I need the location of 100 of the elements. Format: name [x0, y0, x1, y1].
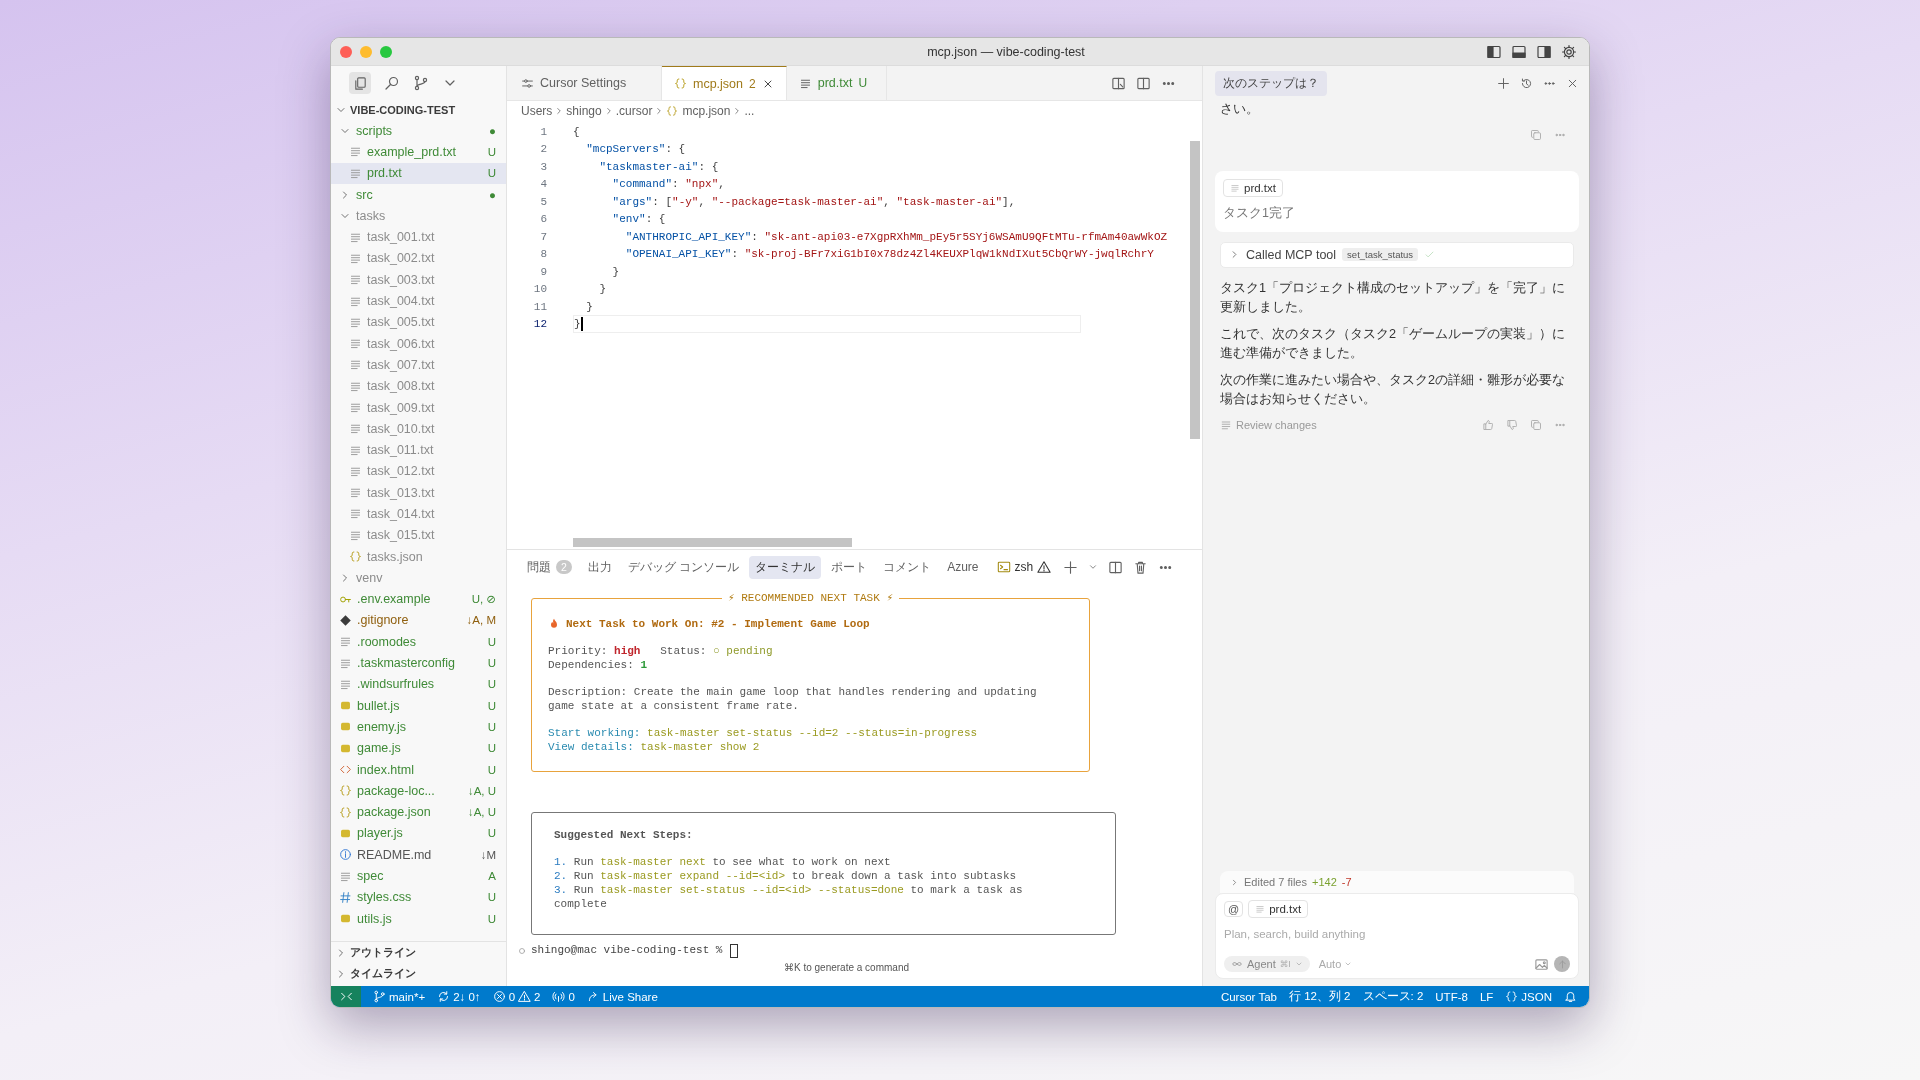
- send-button[interactable]: [1554, 956, 1570, 972]
- chat-tab[interactable]: 次のステップは？: [1215, 70, 1327, 96]
- file-item[interactable]: utils.js U: [331, 908, 506, 930]
- panel-tab[interactable]: デバッグ コンソール: [621, 555, 746, 579]
- panel-tab[interactable]: ポート: [825, 555, 874, 579]
- source-control-icon[interactable]: [413, 75, 429, 91]
- file-item[interactable]: task_003.txt: [331, 269, 506, 291]
- file-item[interactable]: task_010.txt: [331, 418, 506, 440]
- breadcrumb[interactable]: .cursor: [615, 104, 653, 118]
- status-item[interactable]: UTF-8: [1435, 990, 1468, 1003]
- file-item[interactable]: .taskmasterconfig U: [331, 652, 506, 674]
- panel-tab[interactable]: Azure: [941, 557, 985, 577]
- braces-icon: [339, 805, 352, 819]
- panel-tab[interactable]: ターミナル: [749, 555, 822, 579]
- thumbs-up-icon[interactable]: [1482, 418, 1494, 431]
- open-changes-icon[interactable]: [1111, 75, 1126, 91]
- file-item[interactable]: task_007.txt: [331, 354, 506, 376]
- terminal-selector[interactable]: zsh: [996, 560, 1052, 574]
- explorer-header[interactable]: VIBE-CODING-TEST: [331, 100, 506, 120]
- remote-button[interactable]: [331, 986, 361, 1007]
- panel-toggle-icon[interactable]: [1511, 43, 1527, 60]
- tool-call-row[interactable]: Called MCP tool set_task_status: [1220, 241, 1574, 268]
- breadcrumb[interactable]: Users: [521, 104, 553, 118]
- status-item[interactable]: Cursor Tab: [1220, 990, 1277, 1003]
- edited-files-row[interactable]: Edited 7 files +142 -7: [1220, 871, 1574, 893]
- file-item[interactable]: index.html U: [331, 758, 506, 781]
- split-terminal-icon[interactable]: [1108, 559, 1124, 575]
- history-icon[interactable]: [1520, 76, 1533, 90]
- panel-tab[interactable]: コメント: [877, 555, 938, 579]
- mention-button[interactable]: @: [1224, 901, 1244, 917]
- file-item[interactable]: task_015.txt: [331, 524, 506, 546]
- mode-selector[interactable]: Agent ⌘I: [1224, 956, 1310, 972]
- split-editor-icon[interactable]: [1136, 75, 1151, 91]
- context-chip[interactable]: prd.txt: [1248, 900, 1309, 918]
- file-item[interactable]: package-loc... ↓A, U: [331, 780, 506, 802]
- language-item[interactable]: JSON: [1505, 990, 1552, 1003]
- folder-item[interactable]: scripts ●: [331, 120, 506, 142]
- ports-item[interactable]: 0: [552, 990, 575, 1003]
- explorer-tab[interactable]: [349, 72, 371, 94]
- status-item[interactable]: LF: [1479, 990, 1494, 1003]
- file-item[interactable]: example_prd.txt U: [331, 141, 506, 163]
- file-item[interactable]: .roomodes U: [331, 631, 506, 653]
- breadcrumb[interactable]: ...: [744, 104, 755, 118]
- file-item[interactable]: player.js U: [331, 822, 506, 845]
- file-item[interactable]: task_002.txt: [331, 247, 506, 270]
- file-item[interactable]: task_004.txt: [331, 290, 506, 312]
- image-icon[interactable]: [1534, 956, 1549, 972]
- file-item[interactable]: task_012.txt: [331, 460, 506, 483]
- file-item[interactable]: tasks.json: [331, 545, 506, 568]
- problems-item[interactable]: 0 2: [492, 990, 541, 1003]
- file-item[interactable]: .windsurfrules U: [331, 673, 506, 695]
- section-header[interactable]: タイムライン: [331, 963, 506, 984]
- thumbs-down-icon[interactable]: [1506, 418, 1518, 431]
- file-item[interactable]: task_009.txt: [331, 396, 506, 419]
- folder-item[interactable]: tasks: [331, 205, 506, 227]
- review-changes-link[interactable]: Review changes: [1220, 418, 1317, 431]
- message-input[interactable]: @ prd.txt Plan, search, build anything Agent ⌘I Auto: [1215, 893, 1579, 979]
- file-chip[interactable]: prd.txt: [1223, 178, 1283, 197]
- side-panel-toggle-icon[interactable]: [1536, 43, 1552, 60]
- scrollbar[interactable]: [1190, 141, 1200, 439]
- file-item[interactable]: task_005.txt: [331, 311, 506, 333]
- folder-item[interactable]: src ●: [331, 183, 506, 206]
- file-item[interactable]: package.json ↓A, U: [331, 801, 506, 823]
- file-item[interactable]: prd.txt U: [331, 162, 506, 184]
- file-item[interactable]: task_006.txt: [331, 332, 506, 355]
- status-item[interactable]: スペース: 2: [1362, 989, 1424, 1004]
- notifications-button[interactable]: [1564, 990, 1577, 1003]
- file-item[interactable]: .gitignore ↓A, M: [331, 609, 506, 632]
- file-item[interactable]: spec A: [331, 865, 506, 887]
- file-item[interactable]: styles.css U: [331, 886, 506, 908]
- settings-icon[interactable]: [1561, 43, 1577, 60]
- file-item[interactable]: task_013.txt: [331, 482, 506, 504]
- status-item[interactable]: 行 12、列 2: [1288, 989, 1351, 1004]
- section-header[interactable]: アウトライン: [331, 942, 506, 963]
- code-line: "args": ["-y", "--package=task-master-ai", "task-master-ai"],: [611, 194, 1016, 210]
- search-icon[interactable]: [384, 75, 400, 91]
- file-item[interactable]: task_008.txt: [331, 375, 506, 397]
- folder-item[interactable]: venv: [331, 567, 506, 589]
- scrollbar[interactable]: [573, 538, 852, 547]
- model-selector[interactable]: Auto: [1318, 958, 1353, 970]
- sync-item[interactable]: 2↓ 0↑: [437, 990, 481, 1003]
- breadcrumb[interactable]: shingo: [566, 104, 602, 118]
- new-chat-icon[interactable]: [1497, 76, 1510, 90]
- live-share-item[interactable]: Live Share: [586, 990, 658, 1003]
- file-item[interactable]: task_011.txt: [331, 439, 506, 461]
- file-item[interactable]: game.js U: [331, 737, 506, 759]
- file-item[interactable]: task_014.txt: [331, 503, 506, 525]
- breadcrumb[interactable]: mcp.json: [666, 104, 731, 118]
- branch-item[interactable]: main*+: [373, 990, 426, 1003]
- file-item[interactable]: .env.example U, ⊘: [331, 588, 506, 610]
- file-item[interactable]: README.md ↓M: [331, 844, 506, 866]
- add-icon[interactable]: [1063, 559, 1079, 575]
- sidebar-toggle-icon[interactable]: [1486, 43, 1502, 60]
- file-item[interactable]: task_001.txt: [331, 226, 506, 248]
- file-item[interactable]: enemy.js U: [331, 716, 506, 738]
- editor-tab[interactable]: prd.txt U: [786, 66, 887, 100]
- trash-icon[interactable]: [1133, 559, 1149, 575]
- panel-tab[interactable]: 出力: [581, 555, 618, 579]
- editor-tab[interactable]: mcp.json 2: [662, 66, 787, 100]
- file-item[interactable]: bullet.js U: [331, 695, 506, 717]
